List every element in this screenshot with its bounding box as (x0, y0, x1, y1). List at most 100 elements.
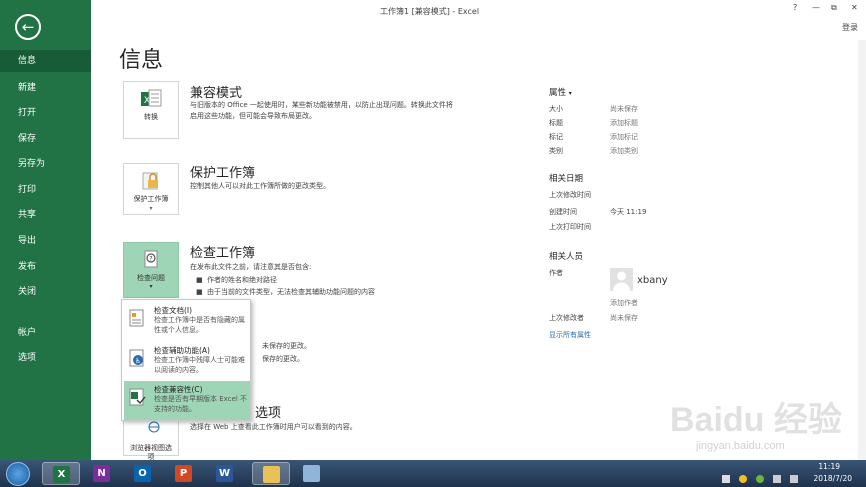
volume-icon (790, 475, 799, 483)
prop-size-value: 尚未保存 (610, 105, 638, 113)
taskbar-excel[interactable]: X (42, 462, 80, 485)
created-value: 今天 11:19 (610, 208, 647, 216)
powerpoint-icon: P (175, 465, 192, 482)
person-icon (613, 271, 630, 291)
bullet-icon: ■ (196, 276, 203, 284)
add-author-link[interactable]: 添加作者 (610, 298, 638, 308)
inspect-bullet-1: 作者的姓名和绝对路径 (207, 276, 277, 284)
chevron-down-icon: ▾ (149, 205, 153, 212)
svg-text:?: ? (149, 256, 152, 263)
excel-convert-icon: X (141, 89, 162, 107)
taskbar-onenote[interactable]: N (83, 462, 121, 485)
sidebar-item-print[interactable]: 打印 (0, 179, 91, 201)
prop-tags-label: 标记 (549, 133, 563, 141)
tray-icons[interactable] (722, 468, 802, 483)
svg-text:♿: ♿ (135, 357, 141, 365)
chevron-down-icon: ▾ (568, 90, 572, 97)
taskbar-app[interactable] (293, 462, 331, 485)
clock-time[interactable]: 11:19 (818, 462, 840, 471)
minimize-button[interactable]: — (812, 3, 820, 12)
taskbar-powerpoint[interactable]: P (165, 462, 203, 485)
lock-icon (142, 172, 158, 190)
back-arrow-icon[interactable]: ← (15, 14, 41, 40)
bullet-icon: ■ (196, 288, 203, 296)
sidebar-item-save[interactable]: 保存 (0, 128, 91, 150)
check-issues-label: 检查问题 (137, 274, 165, 282)
prop-tags-input[interactable]: 添加标记 (610, 132, 638, 142)
last-modified-by-value: 尚未保存 (610, 314, 638, 322)
dates-heading: 相关日期 (549, 174, 584, 184)
menu-check-compatibility[interactable]: 检查兼容性(C) 检查是否有早期版本 Excel 不支持的功能。 (124, 381, 250, 420)
compat-desc-1: 与旧版本的 Office 一起使用时，某些新功能被禁用，以防止出现问题。转换此文… (190, 101, 453, 109)
sidebar-item-close[interactable]: 关闭 (0, 281, 91, 303)
prop-category-label: 类别 (549, 147, 563, 155)
last-modified-label: 上次修改时间 (549, 191, 591, 199)
backstage-sidebar: ← 信息 新建 打开 保存 另存为 打印 共享 导出 发布 关闭 帐户 选项 (0, 0, 91, 460)
menu-item-desc: 检查工作簿中是否有隐藏的属性或个人信息。 (154, 316, 245, 334)
sidebar-item-share[interactable]: 共享 (0, 204, 91, 226)
help-button[interactable]: ? (793, 3, 797, 12)
check-issues-button[interactable]: ? 检查问题 ▾ (123, 242, 179, 298)
window-icon (303, 465, 320, 482)
taskbar-word[interactable]: W (206, 462, 244, 485)
inspect-document-icon: ? (144, 250, 158, 268)
start-button-icon[interactable] (6, 462, 30, 486)
last-printed-label: 上次打印时间 (549, 223, 591, 231)
protect-label: 保护工作簿 (133, 195, 169, 203)
vertical-scrollbar[interactable] (858, 40, 866, 460)
close-button[interactable]: ✕ (851, 3, 858, 12)
tray-icon (739, 475, 748, 483)
word-icon: W (216, 465, 233, 482)
accessibility-icon: ♿ (129, 349, 144, 367)
excel-icon: X (53, 466, 70, 483)
globe-icon (148, 421, 160, 433)
clock-date[interactable]: 2018/7/20 (814, 474, 852, 483)
menu-check-accessibility[interactable]: ♿ 检查辅助功能(A) 检查工作簿中残障人士可能难以阅读的内容。 (124, 342, 250, 381)
show-all-properties-link[interactable]: 显示所有属性 (549, 330, 591, 340)
sidebar-item-publish[interactable]: 发布 (0, 256, 91, 278)
outlook-icon: O (134, 465, 151, 482)
sidebar-item-open[interactable]: 打开 (0, 102, 91, 124)
browser-heading: 选项 (255, 406, 282, 421)
created-label: 创建时间 (549, 208, 577, 216)
tray-icon (722, 475, 730, 483)
versions-desc-1: 未保存的更改。 (262, 342, 311, 350)
restore-button[interactable]: ⧉ (831, 3, 837, 13)
sidebar-item-save-as[interactable]: 另存为 (0, 153, 91, 175)
menu-item-desc: 检查工作簿中残障人士可能难以阅读的内容。 (154, 356, 245, 374)
sidebar-item-options[interactable]: 选项 (0, 347, 91, 369)
last-modified-by-label: 上次修改者 (549, 314, 584, 322)
network-icon (773, 475, 782, 483)
sidebar-item-export[interactable]: 导出 (0, 230, 91, 252)
compatibility-check-icon (129, 388, 146, 406)
taskbar: X N O P W 11:19 2018/7/20 (0, 460, 866, 487)
check-issues-menu: 检查文档(I) 检查工作簿中是否有隐藏的属性或个人信息。 ♿ 检查辅助功能(A)… (121, 299, 251, 421)
sidebar-item-account[interactable]: 帐户 (0, 322, 91, 344)
avatar (610, 268, 633, 291)
watermark-text: Baidu 经验 (670, 401, 842, 439)
menu-inspect-document[interactable]: 检查文档(I) 检查工作簿中是否有隐藏的属性或个人信息。 (124, 302, 250, 341)
versions-desc-2: 保存的更改。 (262, 355, 304, 363)
prop-category-input[interactable]: 添加类别 (610, 146, 638, 156)
inspect-document-icon (129, 309, 144, 327)
menu-item-desc: 检查是否有早期版本 Excel 不支持的功能。 (154, 395, 247, 413)
folder-icon (263, 466, 280, 483)
window-title: 工作簿1 [兼容模式] - Excel (380, 7, 480, 16)
page-title: 信息 (119, 48, 164, 73)
tray-icon (756, 475, 765, 483)
sign-in-link[interactable]: 登录 (842, 22, 858, 33)
taskbar-explorer[interactable] (252, 462, 290, 485)
sidebar-item-new[interactable]: 新建 (0, 77, 91, 99)
convert-label: 转换 (144, 113, 158, 121)
inspect-desc: 在发布此文件之前，请注意其是否包含: (190, 263, 312, 271)
protect-workbook-button[interactable]: 保护工作簿 ▾ (123, 163, 179, 215)
chevron-down-icon: ▾ (149, 283, 153, 290)
prop-size-label: 大小 (549, 105, 563, 113)
author-label: 作者 (549, 269, 563, 277)
taskbar-outlook[interactable]: O (124, 462, 162, 485)
properties-heading[interactable]: 属性 ▾ (549, 86, 572, 98)
protect-desc: 控制其他人可以对此工作簿所做的更改类型。 (190, 182, 330, 190)
convert-button[interactable]: X 转换 (123, 81, 179, 139)
prop-title-input[interactable]: 添加标题 (610, 118, 638, 128)
sidebar-item-info[interactable]: 信息 (0, 50, 91, 72)
